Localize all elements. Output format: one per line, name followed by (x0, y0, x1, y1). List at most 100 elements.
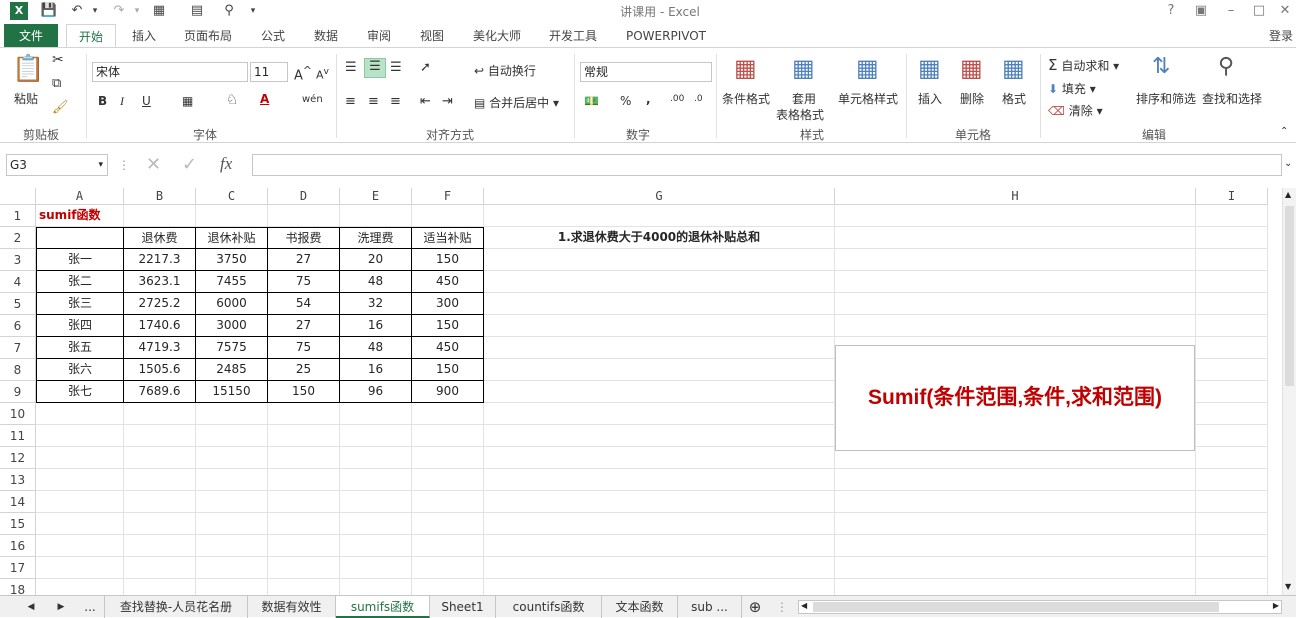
cell[interactable] (835, 315, 1196, 337)
tab-powerpivot[interactable]: POWERPIVOT (618, 24, 714, 48)
table-name-cell[interactable]: 张四 (36, 315, 124, 337)
table-value-cell[interactable]: 96 (340, 381, 412, 403)
table-value-cell[interactable]: 16 (340, 359, 412, 381)
cell[interactable] (1196, 271, 1268, 293)
format-painter-icon[interactable]: 🖌 (52, 100, 69, 115)
table-name-cell[interactable]: 张一 (36, 249, 124, 271)
cell[interactable] (484, 337, 835, 359)
new-sheet-icon[interactable]: ⊕ (744, 596, 766, 618)
scroll-tabs-right-icon[interactable]: ▶ (52, 596, 70, 618)
table-value-cell[interactable]: 75 (268, 337, 340, 359)
column-header-i[interactable]: I (1196, 188, 1268, 205)
cancel-icon[interactable]: ✕ (146, 154, 161, 175)
cell[interactable] (340, 425, 412, 447)
decrease-indent-icon[interactable]: ⇤ (420, 94, 431, 109)
bold-button[interactable]: B (98, 94, 107, 108)
align-left-icon[interactable]: ≡ (345, 94, 356, 109)
font-size-select[interactable]: 11 (250, 62, 288, 82)
help-icon[interactable]: ? (1162, 2, 1180, 20)
cell[interactable] (412, 205, 484, 227)
format-cells-icon[interactable]: ▦ (1002, 54, 1025, 82)
format-table-icon[interactable]: ▦ (792, 54, 815, 82)
row-header-15[interactable]: 15 (0, 513, 36, 535)
wrap-text-button[interactable]: ↩ 自动换行 (474, 62, 536, 79)
cell[interactable] (36, 403, 124, 425)
minimize-icon[interactable]: – (1222, 2, 1240, 20)
cell[interactable] (412, 469, 484, 491)
redo-icon[interactable]: ↷ (110, 2, 128, 20)
cell[interactable] (484, 469, 835, 491)
cell[interactable] (124, 447, 196, 469)
cell[interactable] (196, 491, 268, 513)
paste-button[interactable]: 粘贴 (14, 90, 38, 107)
maximize-icon[interactable]: □ (1250, 2, 1268, 20)
table-value-cell[interactable]: 48 (340, 337, 412, 359)
phonetic-button[interactable]: wén (302, 94, 323, 105)
fill-button[interactable]: ⬇ 填充 ▾ (1048, 80, 1096, 97)
cell-styles-icon[interactable]: ▦ (856, 54, 879, 82)
cell[interactable] (196, 535, 268, 557)
cell[interactable] (1196, 447, 1268, 469)
font-name-select[interactable]: 宋体 (92, 62, 248, 82)
scroll-down-icon[interactable]: ▼ (1285, 582, 1294, 591)
cell[interactable] (835, 557, 1196, 579)
formula-input[interactable] (252, 154, 1282, 176)
cell[interactable] (36, 513, 124, 535)
table-value-cell[interactable]: 2725.2 (124, 293, 196, 315)
cell[interactable] (268, 447, 340, 469)
scroll-tabs-left-icon[interactable]: ◀ (22, 596, 40, 618)
insert-cells-icon[interactable]: ▦ (918, 54, 941, 82)
cell[interactable] (124, 205, 196, 227)
column-header-e[interactable]: E (340, 188, 412, 205)
form-icon[interactable]: ▤ (188, 2, 206, 20)
increase-decimal-icon[interactable]: .00 (670, 94, 684, 104)
column-header-g[interactable]: G (484, 188, 835, 205)
accounting-format-icon[interactable]: 💵 (584, 94, 599, 108)
cell[interactable] (484, 447, 835, 469)
sheet-tab[interactable]: 文本函数 (602, 596, 678, 618)
table-value-cell[interactable]: 32 (340, 293, 412, 315)
scroll-thumb[interactable] (1285, 206, 1294, 386)
row-header-11[interactable]: 11 (0, 425, 36, 447)
table-value-cell[interactable]: 16 (340, 315, 412, 337)
table-value-cell[interactable]: 1505.6 (124, 359, 196, 381)
cell[interactable] (484, 425, 835, 447)
table-header-cell[interactable]: 适当补贴 (412, 227, 484, 249)
question-cell[interactable]: 1.求退休费大于4000的退休补贴总和 (484, 227, 835, 249)
table-value-cell[interactable]: 3623.1 (124, 271, 196, 293)
tab-home[interactable]: 开始 (66, 24, 116, 48)
number-format-select[interactable]: 常规 (580, 62, 712, 82)
table-value-cell[interactable]: 900 (412, 381, 484, 403)
format-table-button[interactable]: 表格格式 (776, 106, 824, 123)
tab-formulas[interactable]: 公式 (252, 24, 294, 48)
sheet-tab[interactable]: sub ... (678, 596, 742, 618)
cell[interactable] (340, 403, 412, 425)
cell[interactable] (484, 535, 835, 557)
cell[interactable] (835, 271, 1196, 293)
column-header-f[interactable]: F (412, 188, 484, 205)
cell[interactable] (196, 205, 268, 227)
format-table-label-1[interactable]: 套用 (792, 90, 816, 107)
cell[interactable] (412, 557, 484, 579)
table-value-cell[interactable]: 4719.3 (124, 337, 196, 359)
sort-filter-icon[interactable]: ⇅ (1152, 54, 1170, 79)
tab-view[interactable]: 视图 (410, 24, 454, 48)
table-value-cell[interactable]: 150 (412, 249, 484, 271)
cell[interactable] (196, 513, 268, 535)
autosum-button[interactable]: Σ 自动求和 ▾ (1048, 56, 1119, 74)
chart-quick-icon[interactable]: ▦ (150, 2, 168, 20)
conditional-format-icon[interactable]: ▦ (734, 54, 757, 82)
cell[interactable] (1196, 249, 1268, 271)
cell[interactable] (835, 513, 1196, 535)
font-color-button[interactable]: A (260, 92, 269, 106)
align-center-icon[interactable]: ≡ (368, 94, 379, 109)
cell[interactable] (484, 579, 835, 595)
cell[interactable] (1196, 293, 1268, 315)
column-header-c[interactable]: C (196, 188, 268, 205)
cell[interactable] (412, 513, 484, 535)
cell-styles-button[interactable]: 单元格样式 (838, 90, 898, 107)
name-box[interactable]: G3 ▾ (6, 154, 108, 176)
table-value-cell[interactable]: 7455 (196, 271, 268, 293)
row-header-2[interactable]: 2 (0, 227, 36, 249)
italic-button[interactable]: I (120, 94, 124, 109)
